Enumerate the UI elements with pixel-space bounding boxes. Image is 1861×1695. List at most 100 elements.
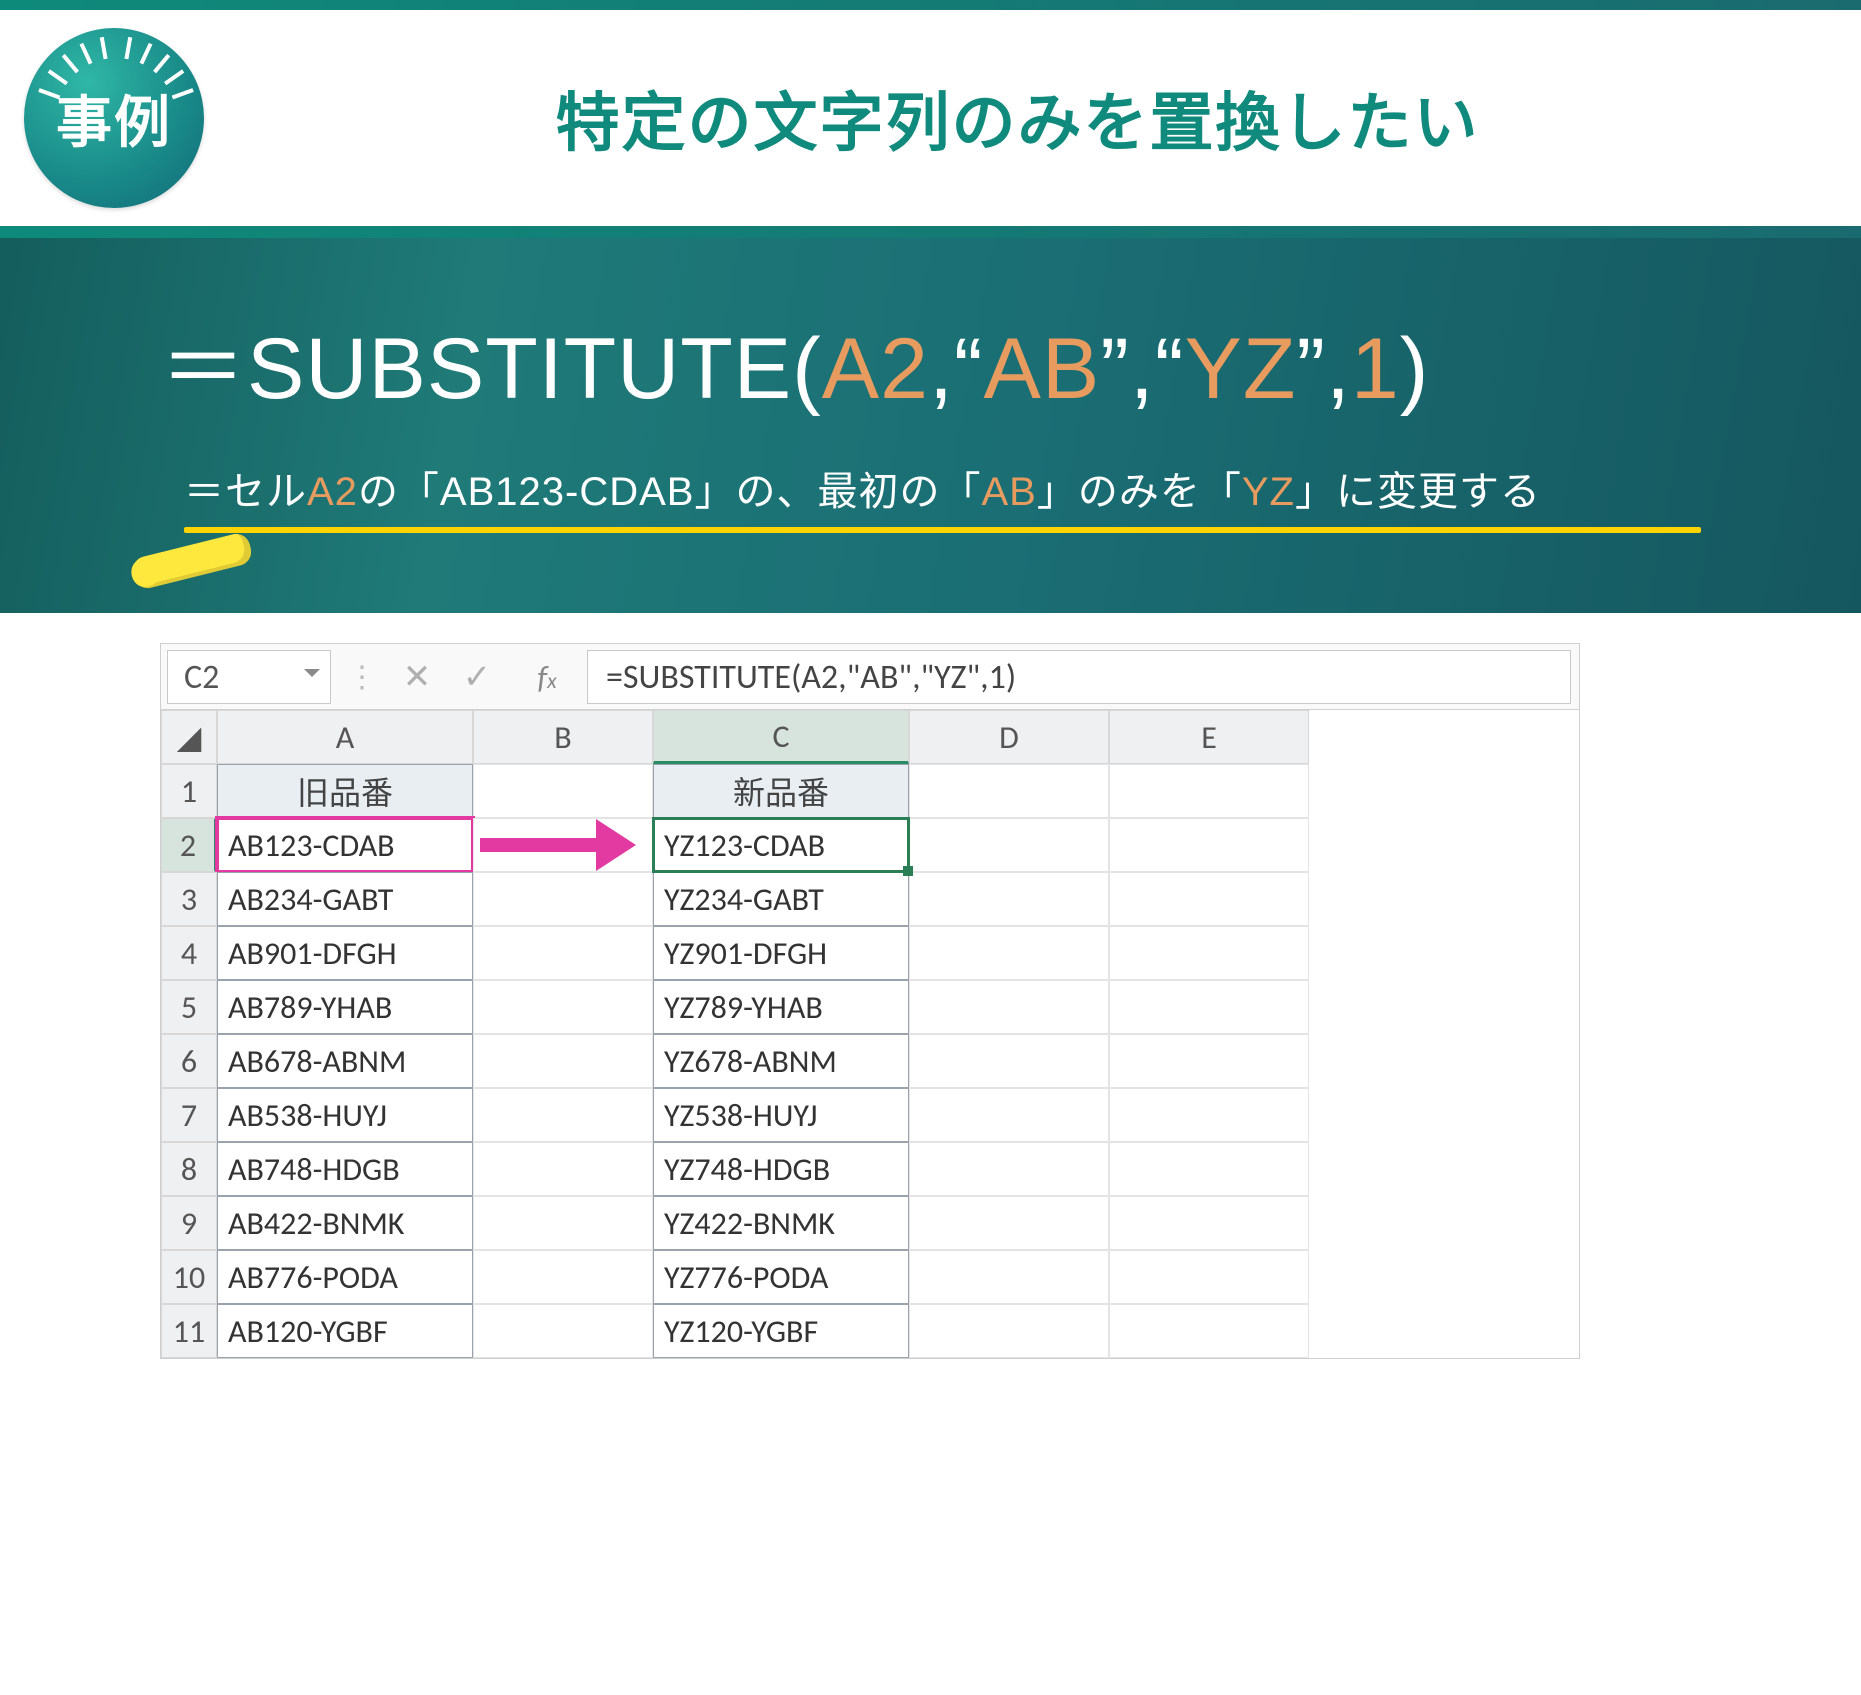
cell-blank[interactable] xyxy=(473,1142,653,1196)
cell-blank[interactable] xyxy=(909,1034,1109,1088)
row-head[interactable]: 4 xyxy=(161,926,217,980)
cell-blank[interactable] xyxy=(909,1304,1109,1358)
name-box-value: C2 xyxy=(184,657,219,698)
row-head[interactable]: 3 xyxy=(161,872,217,926)
cell-blank[interactable] xyxy=(1109,926,1309,980)
cell-a2[interactable]: AB123-CDAB xyxy=(217,818,473,872)
cell-c[interactable]: YZ748-HDGB xyxy=(653,1142,909,1196)
cell-blank[interactable] xyxy=(1109,818,1309,872)
col-head-b[interactable]: B xyxy=(473,710,653,764)
formula-literal-1: AB xyxy=(984,321,1101,417)
cell-c[interactable]: YZ120-YGBF xyxy=(653,1304,909,1358)
cell-c[interactable]: YZ789-YHAB xyxy=(653,980,909,1034)
cell-blank[interactable] xyxy=(909,1142,1109,1196)
cell-blank[interactable] xyxy=(909,1088,1109,1142)
formula-func: ＝SUBSTITUTE xyxy=(160,321,792,417)
cell-blank[interactable] xyxy=(473,1034,653,1088)
cell-blank[interactable] xyxy=(1109,764,1309,818)
spreadsheet-wrap: C2 ⋮ ✕ ✓ fx =SUBSTITUTE(A2,"AB","YZ",1) … xyxy=(0,613,1861,1359)
cell-blank[interactable] xyxy=(473,872,653,926)
header-new-code[interactable]: 新品番 xyxy=(653,764,909,818)
cell-blank[interactable] xyxy=(473,1196,653,1250)
cell-blank[interactable] xyxy=(1109,980,1309,1034)
cell-a[interactable]: AB678-ABNM xyxy=(217,1034,473,1088)
sep: , xyxy=(1130,321,1155,417)
row-head[interactable]: 11 xyxy=(161,1304,217,1358)
cell-blank[interactable] xyxy=(909,926,1109,980)
cell-blank[interactable] xyxy=(1109,1250,1309,1304)
formula-band: ＝SUBSTITUTE(A2,“AB”,“YZ”,1) ＝セルA2の「AB123… xyxy=(0,238,1861,613)
spreadsheet: C2 ⋮ ✕ ✓ fx =SUBSTITUTE(A2,"AB","YZ",1) … xyxy=(160,643,1580,1359)
cell-a[interactable]: AB789-YHAB xyxy=(217,980,473,1034)
cell-a[interactable]: AB538-HUYJ xyxy=(217,1088,473,1142)
row-head[interactable]: 7 xyxy=(161,1088,217,1142)
cell-blank[interactable] xyxy=(473,764,653,818)
highlight-underline xyxy=(184,527,1701,533)
paren-close: ) xyxy=(1400,321,1430,417)
cell-blank[interactable] xyxy=(1109,1088,1309,1142)
paren-open: ( xyxy=(792,321,822,417)
cell-blank[interactable] xyxy=(473,1088,653,1142)
fx-label-icon[interactable]: fx xyxy=(507,658,587,697)
cell-blank[interactable] xyxy=(909,980,1109,1034)
select-all-corner[interactable]: ◢ xyxy=(161,710,217,764)
desc-part: ＝セル xyxy=(184,470,307,514)
cell-a[interactable]: AB120-YGBF xyxy=(217,1304,473,1358)
fx-divider: ⋮ xyxy=(337,659,387,696)
example-badge: 事例 xyxy=(24,28,204,208)
cell-a[interactable]: AB748-HDGB xyxy=(217,1142,473,1196)
cell-blank[interactable] xyxy=(909,1196,1109,1250)
cell-a[interactable]: AB234-GABT xyxy=(217,872,473,926)
cell-c[interactable]: YZ538-HUYJ xyxy=(653,1088,909,1142)
col-head-e[interactable]: E xyxy=(1109,710,1309,764)
col-head-c[interactable]: C xyxy=(653,710,909,764)
cell-c[interactable]: YZ234-GABT xyxy=(653,872,909,926)
cell-blank[interactable] xyxy=(1109,1142,1309,1196)
cell-blank[interactable] xyxy=(473,980,653,1034)
row-head[interactable]: 5 xyxy=(161,980,217,1034)
row-head[interactable]: 9 xyxy=(161,1196,217,1250)
row-head[interactable]: 8 xyxy=(161,1142,217,1196)
cell-c[interactable]: YZ776-PODA xyxy=(653,1250,909,1304)
desc-part: 」のみを「 xyxy=(1037,470,1242,514)
cell-a[interactable]: AB901-DFGH xyxy=(217,926,473,980)
formula-input[interactable]: =SUBSTITUTE(A2,"AB","YZ",1) xyxy=(587,650,1571,704)
cell-blank[interactable] xyxy=(909,818,1109,872)
cell-blank[interactable] xyxy=(1109,872,1309,926)
cell-c[interactable]: YZ678-ABNM xyxy=(653,1034,909,1088)
enter-icon[interactable]: ✓ xyxy=(447,657,507,698)
name-box[interactable]: C2 xyxy=(167,650,331,704)
cell-blank[interactable] xyxy=(1109,1304,1309,1358)
row-head[interactable]: 2 xyxy=(161,818,217,872)
cell-blank[interactable] xyxy=(909,764,1109,818)
formula-instance-num: 1 xyxy=(1351,321,1400,417)
cell-a[interactable]: AB422-BNMK xyxy=(217,1196,473,1250)
cell-blank[interactable] xyxy=(1109,1196,1309,1250)
formula-ref: A2 xyxy=(822,321,929,417)
cancel-icon[interactable]: ✕ xyxy=(387,657,447,698)
cell-c2[interactable]: YZ123-CDAB xyxy=(653,818,909,872)
header-old-code[interactable]: 旧品番 xyxy=(217,764,473,818)
cell-blank[interactable] xyxy=(473,1304,653,1358)
cell-blank[interactable] xyxy=(473,926,653,980)
row-head[interactable]: 1 xyxy=(161,764,217,818)
cell-a[interactable]: AB776-PODA xyxy=(217,1250,473,1304)
cell-blank[interactable] xyxy=(909,872,1109,926)
cell-blank[interactable] xyxy=(473,1250,653,1304)
formula-main: ＝SUBSTITUTE(A2,“AB”,“YZ”,1) xyxy=(40,298,1821,423)
badge-label: 事例 xyxy=(56,78,172,159)
cell-c[interactable]: YZ901-DFGH xyxy=(653,926,909,980)
col-head-a[interactable]: A xyxy=(217,710,473,764)
col-head-d[interactable]: D xyxy=(909,710,1109,764)
formula-bar: C2 ⋮ ✕ ✓ fx =SUBSTITUTE(A2,"AB","YZ",1) xyxy=(161,644,1579,710)
cell-blank[interactable] xyxy=(909,1250,1109,1304)
spreadsheet-grid: ◢ A B C D E 1 旧品番 新品番 2 AB123-CDAB YZ123… xyxy=(161,710,1579,1358)
cell-c[interactable]: YZ422-BNMK xyxy=(653,1196,909,1250)
formula-literal-2: YZ xyxy=(1184,321,1296,417)
row-head[interactable]: 6 xyxy=(161,1034,217,1088)
cell-blank[interactable] xyxy=(1109,1034,1309,1088)
highlighter-icon xyxy=(130,531,254,591)
row-head[interactable]: 10 xyxy=(161,1250,217,1304)
desc-lit2: YZ xyxy=(1242,470,1295,514)
quote-close: ” xyxy=(1296,321,1326,417)
